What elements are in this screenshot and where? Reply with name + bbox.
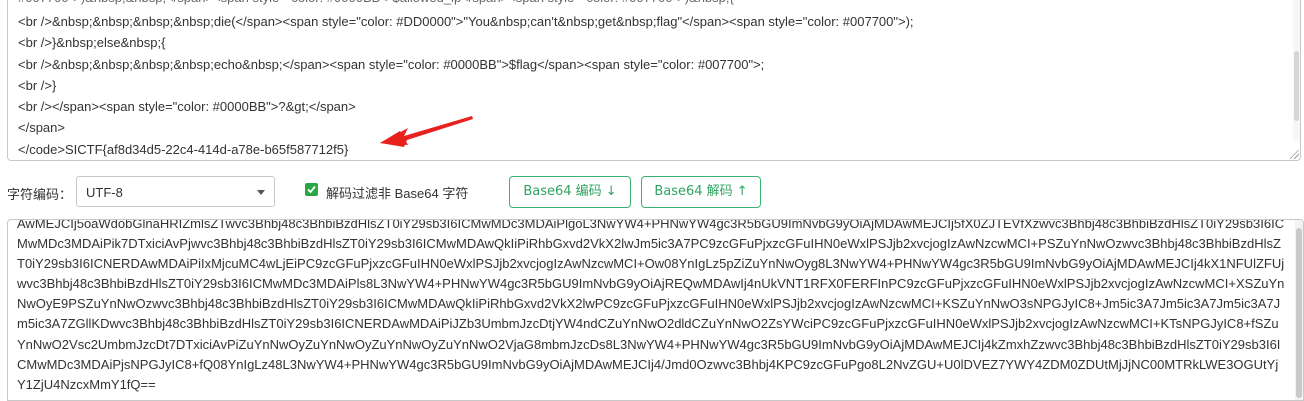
charset-label: 字符编码： bbox=[7, 187, 73, 202]
base64-input-text: AwMEJCIj5oaWdobGlnaHRIZmlsZTwvc3Bhbj48c3… bbox=[17, 219, 1285, 392]
checkmark-icon bbox=[307, 185, 316, 194]
decoded-scrollbar-thumb[interactable] bbox=[1294, 51, 1299, 121]
decoded-line: </span> bbox=[18, 120, 65, 136]
base64-input-textarea[interactable]: AwMEJCIj5oaWdobGlnaHRIZmlsZTwvc3Bhbj48c3… bbox=[7, 219, 1304, 401]
resize-grip-icon[interactable] bbox=[1290, 150, 1299, 159]
decoded-scrollbar[interactable] bbox=[1293, 0, 1300, 141]
decoded-line: #007700">)&nbsp;&nbsp;</span><span style… bbox=[18, 0, 1282, 11]
base64-scrollbar[interactable] bbox=[1295, 220, 1303, 400]
flag-line: </code>SICTF{af8d34d5-22c4-414d-a78e-b65… bbox=[18, 141, 349, 157]
filter-checkbox[interactable] bbox=[305, 183, 318, 196]
filter-checkbox-label[interactable]: 解码过滤非 Base64 字符 bbox=[326, 183, 468, 202]
toolbar: 字符编码： UTF-8 解码过滤非 Base64 字符 Base64 编码 ↓ … bbox=[0, 172, 1304, 212]
base64-encode-button[interactable]: Base64 编码 ↓ bbox=[509, 176, 631, 208]
chevron-down-icon bbox=[257, 190, 265, 195]
decoded-line: <br />} bbox=[18, 77, 57, 93]
decoded-line: <br />&nbsp;&nbsp;&nbsp;&nbsp;die(</span… bbox=[18, 14, 914, 29]
decoded-line: <br />}&nbsp;else&nbsp;{ bbox=[18, 35, 166, 51]
decoded-line: <br />&nbsp;&nbsp;&nbsp;&nbsp;echo&nbsp;… bbox=[18, 56, 765, 72]
charset-select[interactable]: UTF-8 bbox=[76, 176, 275, 207]
base64-decode-button[interactable]: Base64 解码 ↑ bbox=[641, 176, 761, 208]
base64-scrollbar-thumb[interactable] bbox=[1296, 228, 1302, 398]
decoded-output-textarea[interactable]: #007700">)&nbsp;&nbsp;</span><span style… bbox=[7, 0, 1301, 161]
decoded-output-text: #007700">)&nbsp;&nbsp;</span><span style… bbox=[18, 0, 1282, 160]
decoded-line: <br /></span><span style="color: #0000BB… bbox=[18, 99, 356, 115]
charset-selected-value: UTF-8 bbox=[86, 185, 123, 200]
red-annotation-arrow-icon bbox=[380, 116, 473, 147]
